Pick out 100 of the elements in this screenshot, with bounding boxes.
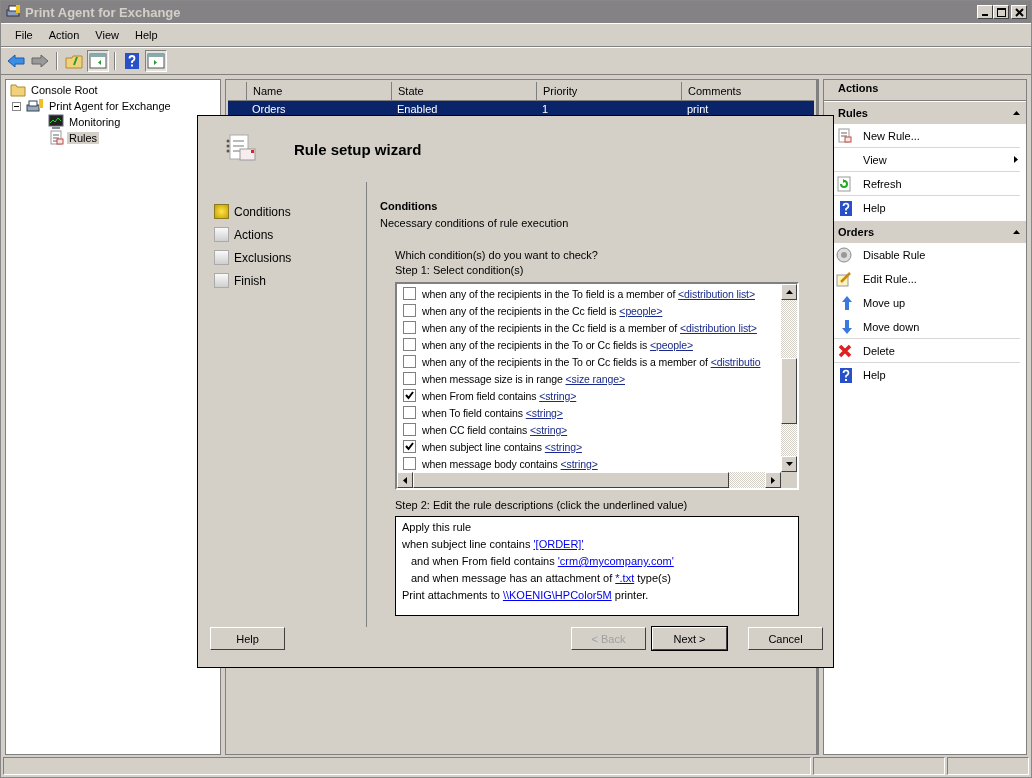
menu-item[interactable]: Action: [40, 29, 88, 41]
action-pane-button[interactable]: [145, 50, 167, 72]
scroll-left-button[interactable]: [397, 472, 413, 488]
collapse-icon[interactable]: [1013, 111, 1020, 115]
condition-link[interactable]: <string>: [544, 440, 582, 453]
column-header[interactable]: Name: [246, 82, 391, 100]
condition-link[interactable]: <string>: [560, 457, 598, 470]
close-button[interactable]: [1011, 5, 1027, 19]
scroll-down-button[interactable]: [781, 456, 797, 472]
step-label[interactable]: Finish: [234, 273, 266, 288]
command-item[interactable]: Edit Rule...: [824, 267, 1020, 291]
scroll-thumb[interactable]: [781, 358, 797, 424]
maximize-button[interactable]: [993, 5, 1009, 19]
condition-label: when any of the recipients in the Cc field is a member of <distribution list>: [422, 321, 757, 334]
action-label: Delete: [863, 344, 896, 357]
condition-label: when CC field contains <string>: [422, 423, 568, 436]
rule-description-line: Apply this rule: [402, 521, 473, 535]
condition-link[interactable]: <string>: [525, 406, 563, 419]
checkbox[interactable]: [403, 389, 416, 402]
rule-value-link[interactable]: \\KOENIG\HPColor5M: [502, 589, 612, 601]
condition-link[interactable]: <string>: [539, 389, 577, 402]
condition-label: when message size is in range <size range>: [422, 372, 625, 385]
scroll-up-button[interactable]: [781, 284, 797, 300]
command-item[interactable]: Disable Rule: [824, 243, 1020, 267]
rule-description-line: Print attachments to \\KOENIG\HPColor5M printer.: [402, 589, 650, 603]
dialog-title: Rule setup wizard: [294, 140, 422, 158]
checkbox[interactable]: [403, 457, 416, 470]
column-header[interactable]: Comments: [681, 82, 814, 100]
dialog-button[interactable]: Next >: [652, 627, 727, 650]
rule-description-line: and when From field contains 'crm@mycompany.com': [410, 555, 675, 569]
checkbox[interactable]: [403, 287, 416, 300]
step-label[interactable]: Conditions: [234, 204, 291, 219]
scroll-thumb[interactable]: [413, 472, 729, 488]
dialog-button[interactable]: Help: [210, 627, 285, 650]
column-header[interactable]: Priority: [536, 82, 681, 100]
condition-link[interactable]: <distribution list>: [680, 321, 757, 334]
rule-description-line: and when message has an attachment of *.txt type(s): [410, 572, 672, 586]
checkbox[interactable]: [403, 372, 416, 385]
step-instruction: Step 1: Select condition(s): [395, 264, 525, 276]
command-item[interactable]: Help: [824, 363, 1020, 387]
rule-value-link[interactable]: 'crm@mycompany.com': [557, 555, 674, 567]
printer-icon: [26, 98, 44, 114]
folder-icon: [10, 83, 26, 97]
tree-item[interactable]: Console Root: [29, 84, 100, 96]
minimize-button[interactable]: [977, 5, 993, 19]
dialog-button[interactable]: Cancel: [748, 627, 823, 650]
check-icon: [405, 391, 414, 400]
checkbox[interactable]: [403, 338, 416, 351]
command-item[interactable]: Help: [824, 196, 1020, 220]
section-header[interactable]: Rules: [824, 102, 1026, 124]
rule-document-icon: [48, 130, 64, 146]
condition-link[interactable]: <size range>: [565, 372, 625, 385]
condition-link[interactable]: <distribution list>: [678, 287, 755, 300]
collapse-icon[interactable]: [12, 101, 21, 111]
horizontal-scrollbar[interactable]: [397, 472, 797, 488]
down-arrow-icon: [785, 462, 793, 466]
down-arrow-icon: [842, 319, 852, 334]
command-item[interactable]: Move up: [824, 291, 1020, 315]
checkbox[interactable]: [403, 423, 416, 436]
left-arrow-icon: [7, 54, 25, 68]
checkbox[interactable]: [403, 321, 416, 334]
tree-item[interactable]: Monitoring: [67, 116, 123, 128]
checkbox[interactable]: [403, 304, 416, 317]
panel-icon: [147, 53, 165, 69]
rule-value-link[interactable]: *.txt: [615, 572, 635, 584]
window-title: Print Agent for Exchange: [25, 4, 182, 20]
condition-label: when any of the recipients in the Cc field is <people>: [422, 304, 663, 317]
step-label[interactable]: Actions: [234, 227, 274, 242]
help-icon: [840, 367, 852, 383]
checkbox[interactable]: [403, 406, 416, 419]
scroll-right-button[interactable]: [765, 472, 781, 488]
condition-link[interactable]: <people>: [619, 304, 663, 317]
table-cell-text: print: [686, 102, 710, 117]
vertical-scrollbar[interactable]: [781, 284, 797, 472]
menu-item[interactable]: File: [7, 29, 41, 41]
delete-icon: [838, 343, 852, 358]
step-instruction: Step 2: Edit the rule descriptions (click the underlined value): [395, 499, 689, 511]
checkbox[interactable]: [403, 355, 416, 368]
checkbox[interactable]: [403, 440, 416, 453]
menu-item[interactable]: Help: [126, 29, 166, 41]
rule-value-link[interactable]: '[ORDER]': [533, 538, 584, 550]
tree-item[interactable]: Rules: [67, 132, 100, 144]
condition-label: when To field contains <string>: [422, 406, 563, 419]
collapse-icon[interactable]: [1013, 230, 1020, 234]
step-label[interactable]: Exclusions: [234, 250, 292, 265]
condition-link[interactable]: <string>: [530, 423, 568, 436]
condition-label: when message body contains <string>: [422, 457, 598, 470]
console-tree-button[interactable]: [87, 50, 109, 72]
condition-label: when any of the recipients in the To field is a member of <distribution list>: [422, 287, 755, 300]
submenu-arrow-icon: [1014, 156, 1018, 163]
close-icon: [1014, 7, 1024, 17]
tree-item[interactable]: Print Agent for Exchange: [47, 100, 173, 112]
action-label: Disable Rule: [863, 249, 927, 261]
column-header[interactable]: State: [391, 82, 536, 100]
condition-link[interactable]: <distributio: [710, 355, 761, 368]
check-icon: [405, 442, 414, 451]
question-text: Which condition(s) do you want to check?: [395, 249, 599, 261]
section-description: Necessary conditions of rule execution: [380, 217, 570, 229]
menu-item[interactable]: View: [87, 29, 127, 41]
condition-link[interactable]: <people>: [649, 338, 693, 351]
